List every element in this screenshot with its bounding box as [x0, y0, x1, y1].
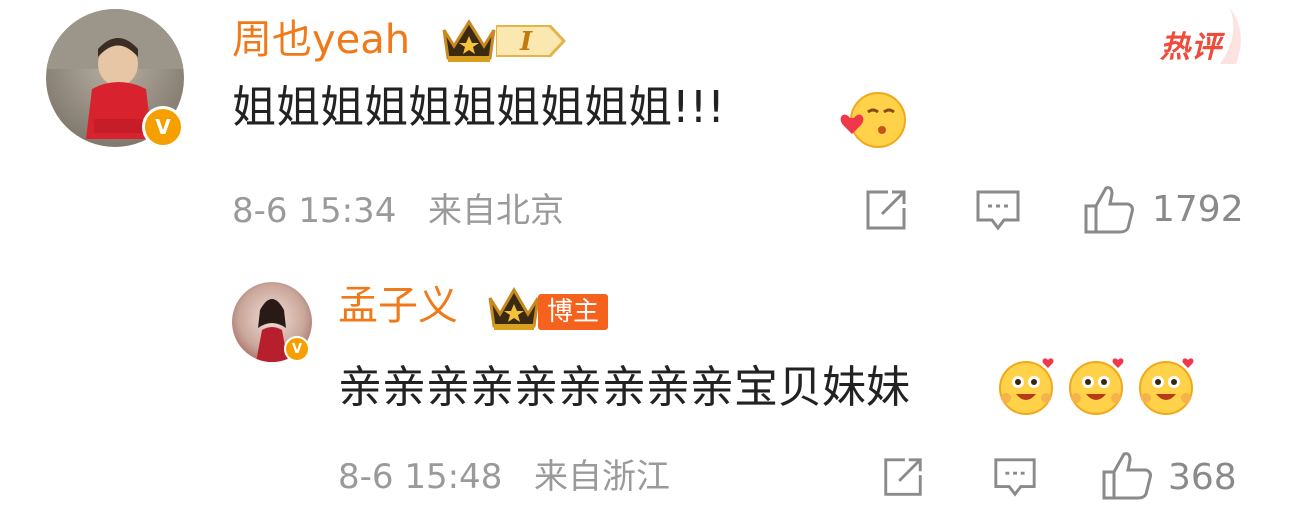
reply-location: 来自浙江 — [534, 457, 670, 497]
kiss-heart-emoji — [840, 92, 906, 148]
reply-verified-badge-icon — [284, 336, 310, 362]
level-text: I — [520, 27, 533, 57]
crown-icon — [442, 19, 496, 62]
reply-username[interactable]: 孟子义 — [338, 286, 458, 326]
reply-text: 亲亲亲亲亲亲亲亲亲宝贝妹妹 — [338, 362, 910, 413]
timestamp: 8-6 15:34 — [232, 191, 397, 231]
like-icon — [1084, 186, 1134, 234]
reply-comment-icon[interactable] — [992, 454, 1038, 500]
blogger-tag: 博主 — [538, 294, 608, 330]
love-eyes-emoji — [1069, 358, 1124, 415]
love-eyes-emoji — [1139, 358, 1194, 415]
location: 来自北京 — [428, 191, 564, 231]
reply-like-count: 368 — [1168, 457, 1237, 498]
reply-share-icon[interactable] — [880, 454, 926, 500]
reply-crown-icon — [488, 287, 540, 330]
verified-badge-icon — [142, 106, 184, 148]
love-eyes-emoji — [999, 358, 1054, 415]
like-count: 1792 — [1152, 189, 1244, 230]
reply-like-icon — [1102, 452, 1152, 500]
comment-text: 姐姐姐姐姐姐姐姐姐姐!!! — [232, 82, 725, 133]
hot-label-decoration — [1220, 8, 1241, 64]
hot-comment-label: 热评 — [1160, 30, 1222, 65]
comment-icon[interactable] — [974, 186, 1022, 234]
username[interactable]: 周也yeah — [232, 20, 410, 60]
share-icon[interactable] — [862, 186, 910, 234]
level-badge: I — [496, 24, 566, 58]
reply-timestamp: 8-6 15:48 — [338, 457, 503, 497]
